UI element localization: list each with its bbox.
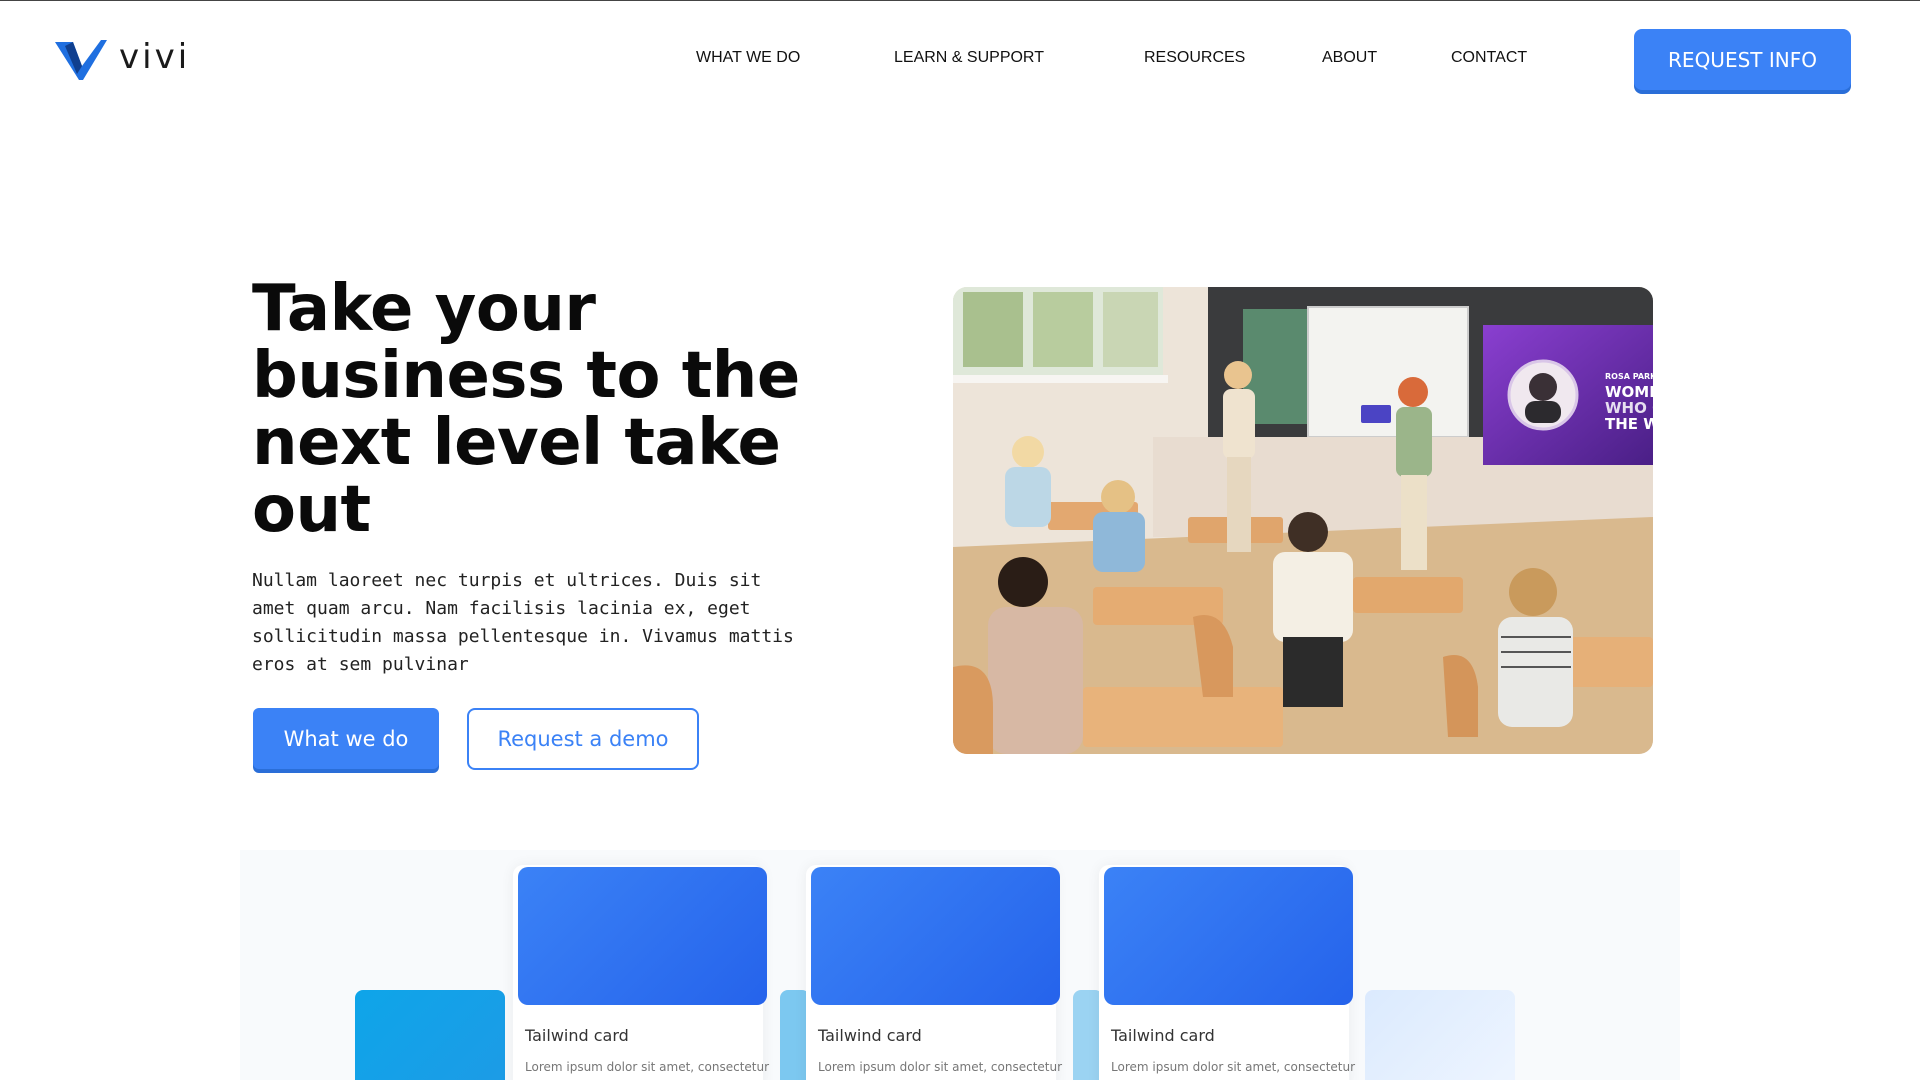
card-title: Tailwind card [818, 1026, 922, 1045]
vivi-check-logo-icon [55, 40, 107, 80]
site-header: vivi WHAT WE DO LEARN & SUPPORT RESOURCE… [0, 0, 1920, 120]
card-title: Tailwind card [1111, 1026, 1215, 1045]
screen-caption-line: THE W [1605, 415, 1653, 433]
nav-item-learn-support[interactable]: LEARN & SUPPORT [894, 49, 1044, 67]
request-demo-button[interactable]: Request a demo [467, 708, 699, 770]
nav-item-contact[interactable]: CONTACT [1451, 49, 1527, 67]
hero-title: Take your business to the next level tak… [252, 272, 800, 547]
feature-card[interactable]: Tailwind card Lorem ipsum dolor sit amet… [1099, 865, 1355, 1080]
feature-card[interactable]: Tailwind card Lorem ipsum dolor sit amet… [806, 865, 1062, 1080]
card-image [811, 867, 1060, 1005]
feature-card[interactable]: Tailwind card Lorem ipsum dolor sit amet… [513, 865, 769, 1080]
nav-item-resources[interactable]: RESOURCES [1144, 49, 1245, 67]
hero-description: Nullam laoreet nec turpis et ultrices. D… [252, 570, 794, 675]
card-text: Lorem ipsum dolor sit amet, consectetur [818, 1060, 1063, 1074]
card-text: Lorem ipsum dolor sit amet, consectetur [525, 1060, 770, 1074]
side-card-right [1365, 990, 1515, 1080]
logo-text: vivi [119, 37, 191, 77]
card-title: Tailwind card [525, 1026, 629, 1045]
hero-classroom-photo: ROSA PARKS WOME WHO C THE W [953, 287, 1653, 754]
card-text: Lorem ipsum dolor sit amet, consectetur [1111, 1060, 1356, 1074]
request-info-button[interactable]: REQUEST INFO [1634, 29, 1851, 90]
nav-item-about[interactable]: ABOUT [1322, 49, 1377, 67]
side-card-left [355, 990, 505, 1080]
card-image [518, 867, 767, 1005]
nav-item-what-we-do[interactable]: WHAT WE DO [696, 49, 800, 67]
logo[interactable]: vivi [53, 37, 191, 82]
card-image [1104, 867, 1353, 1005]
what-we-do-button[interactable]: What we do [253, 708, 439, 769]
screen-caption-small: ROSA PARKS [1605, 372, 1653, 381]
